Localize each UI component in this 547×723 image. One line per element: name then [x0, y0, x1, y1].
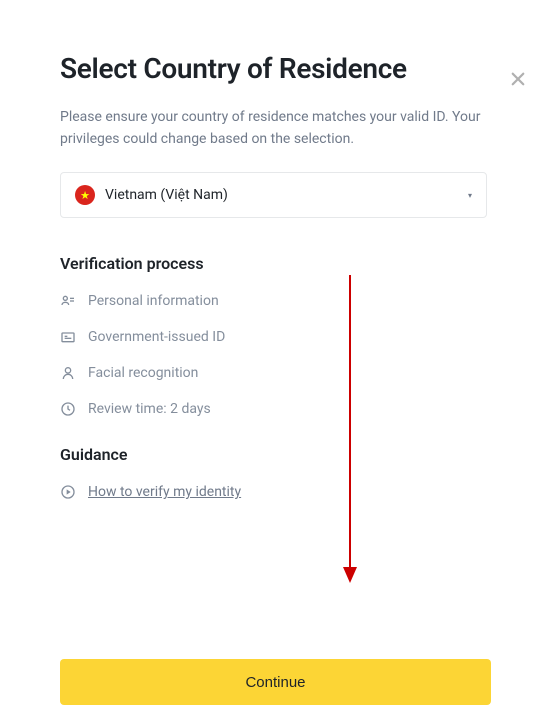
country-select[interactable]: ★ Vietnam (Việt Nam) ▾	[60, 172, 487, 218]
step-label: Review time: 2 days	[88, 401, 211, 417]
step-review-time: Review time: 2 days	[60, 401, 487, 417]
chevron-down-icon: ▾	[468, 191, 472, 200]
flag-star-icon: ★	[80, 190, 90, 201]
clock-icon	[60, 401, 76, 417]
guidance-heading: Guidance	[60, 445, 487, 464]
id-card-icon	[60, 329, 76, 345]
face-icon	[60, 365, 76, 381]
play-circle-icon	[60, 484, 76, 500]
close-icon	[509, 70, 527, 88]
guidance-row: How to verify my identity	[60, 484, 487, 500]
step-label: Personal information	[88, 293, 219, 309]
page-title: Select Country of Residence	[60, 52, 487, 85]
continue-button[interactable]: Continue	[60, 659, 491, 705]
step-label: Facial recognition	[88, 365, 198, 381]
guidance-link[interactable]: How to verify my identity	[88, 484, 241, 500]
person-card-icon	[60, 293, 76, 309]
verification-heading: Verification process	[60, 254, 487, 273]
flag-icon: ★	[75, 185, 95, 205]
step-government-id: Government-issued ID	[60, 329, 487, 345]
verification-steps: Personal information Government-issued I…	[60, 293, 487, 417]
country-residence-modal: Select Country of Residence Please ensur…	[0, 52, 547, 520]
step-personal-info: Personal information	[60, 293, 487, 309]
country-name: Vietnam (Việt Nam)	[105, 187, 228, 203]
page-subtitle: Please ensure your country of residence …	[60, 107, 487, 150]
close-button[interactable]	[509, 70, 527, 88]
step-label: Government-issued ID	[88, 329, 225, 345]
step-facial-recognition: Facial recognition	[60, 365, 487, 381]
